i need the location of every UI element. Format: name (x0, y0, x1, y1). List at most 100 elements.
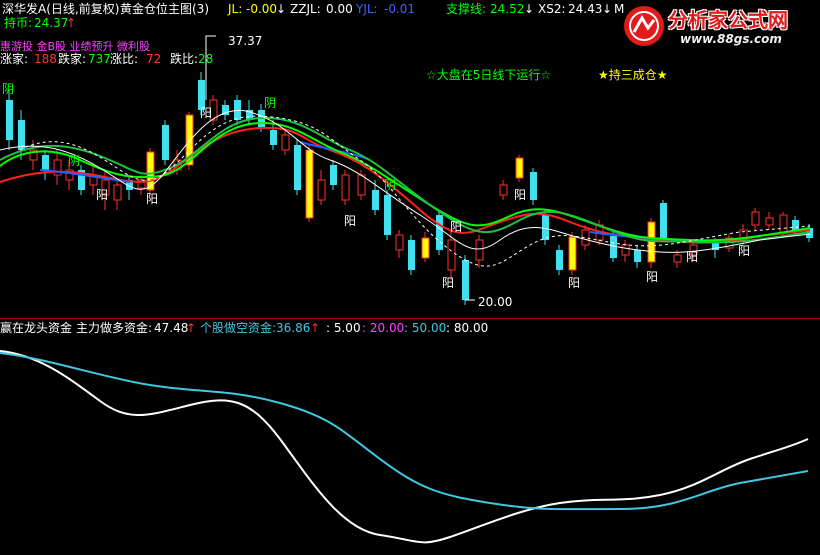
candle-body (341, 174, 350, 201)
position-advice-text: ★持三成仓★ (598, 68, 668, 82)
candle-body (317, 179, 326, 201)
indicator-panel[interactable]: 赢在龙头资金 主力做多资金: 47.48 ↑ 个股做空资金: 36.86 ↑ :… (0, 319, 820, 555)
level-20: : 20.00 (362, 321, 405, 335)
candle-label: 阳 (686, 250, 699, 264)
logo-name: 分析家公式网 (668, 8, 788, 32)
candle-body (447, 239, 456, 271)
candle-body (556, 250, 563, 270)
up-ratio-value: 72 (146, 52, 162, 66)
candle-body (357, 174, 366, 196)
candle-body (568, 236, 577, 271)
high-marker (205, 35, 216, 100)
support-arrow-icon: ↓ (524, 2, 535, 16)
candle-body (384, 195, 391, 235)
jl-arrow-icon: ↓ (276, 2, 287, 16)
candle-body (499, 184, 508, 196)
candle-label: 阳 (568, 276, 581, 290)
candle-label: 阳 (450, 220, 463, 234)
high-price-label: 37.37 (228, 34, 263, 48)
candle-body (792, 220, 799, 230)
candle-body (475, 239, 484, 261)
candle-body (765, 217, 774, 226)
main-capital-value: 47.48 (154, 321, 189, 335)
jl-value: -0.00 (246, 2, 278, 16)
candle-body (18, 120, 25, 150)
up-ratio-label: 涨比: (110, 52, 139, 66)
logo-emblem-icon (624, 6, 664, 46)
yjl-label: YJL: (356, 2, 378, 16)
candle-body (408, 240, 415, 270)
candle-body (779, 214, 788, 233)
stock-short-line (0, 352, 809, 511)
hold-cash-label: 持币: (4, 16, 33, 30)
candle-body (372, 190, 379, 210)
logo-url: www.88gs.com (680, 32, 782, 46)
candle-body (281, 134, 290, 151)
candle-label: 阴 (264, 96, 277, 110)
level-5: : 5.00 (326, 321, 361, 335)
stock-title: 深华发A(日线,前复权) (2, 2, 120, 16)
candle-body (621, 244, 630, 256)
support-label: 支撑线: (446, 2, 487, 16)
ma-blue-line (39, 141, 721, 243)
down-count-label: 跌家: (58, 52, 87, 66)
indicator-chart[interactable] (0, 319, 820, 555)
stock-short-value: 36.86 (276, 321, 311, 335)
up-count-value: 188 (34, 52, 57, 66)
level-50: : 50.00 (404, 321, 447, 335)
jl-label: JL: (228, 2, 243, 16)
candle-body (305, 149, 314, 219)
candle-body (515, 157, 524, 179)
candle-body (542, 215, 549, 240)
candle-label: 阴 (384, 178, 397, 192)
stock-short-label: 个股做空资金: (200, 321, 277, 335)
up-count-label: 涨家: (0, 52, 29, 66)
main-capital-arrow-icon: ↑ (186, 321, 197, 335)
support-value: 24.52 (490, 2, 525, 16)
stock-short-arrow-icon: ↑ (310, 321, 321, 335)
candle-body (673, 254, 682, 263)
candle-label: 阳 (344, 214, 357, 228)
candle-body (113, 184, 122, 201)
candle-body (42, 155, 49, 170)
candle-body (634, 250, 641, 262)
indicator-title: 赢在龙头资金 (0, 321, 73, 335)
candle-label: 阳 (146, 192, 159, 206)
xs2-label: XS2: (538, 2, 566, 16)
zzjl-label: ZZJL: (290, 2, 321, 16)
zzjl-value: 0.00 (326, 2, 353, 16)
candle-label: 阳 (96, 188, 109, 202)
candle-body (395, 234, 404, 251)
candle-body (270, 130, 277, 145)
candle-body (330, 165, 337, 185)
candle-body (436, 215, 443, 250)
hold-cash-value: 24.37 (34, 16, 69, 30)
main-capital-label: 主力做多资金: (76, 321, 153, 335)
hold-cash-arrow-icon: ↑ (66, 16, 77, 30)
low-price-label: 20.00 (478, 295, 513, 309)
xs2-value: 24.43 (568, 2, 603, 16)
candle-body (421, 237, 430, 259)
candle-body (530, 172, 537, 200)
candle-label: 阳 (646, 270, 659, 284)
indicator-name: 黄金仓位主图(3) (120, 2, 209, 16)
candle-label: 阳 (442, 276, 455, 290)
candle-body (751, 211, 760, 226)
ma-white-line (0, 109, 811, 253)
candle-label: 阳 (200, 106, 213, 120)
down-ratio-label: 跌比: (170, 52, 199, 66)
candle-label: 阳 (738, 244, 751, 258)
price-chart-panel[interactable]: 深华发A(日线,前复权) 黄金仓位主图(3) JL: -0.00 ↓ ZZJL:… (0, 0, 820, 318)
xs2-arrow-icon: ↓ (602, 2, 613, 16)
down-count-value: 737 (88, 52, 111, 66)
candle-label: 阳 (514, 188, 527, 202)
candle-label: 阴 (68, 154, 81, 168)
market-status-text: ☆大盘在5日线下运行☆ (426, 68, 552, 82)
candle-body (162, 125, 169, 160)
candle-body (294, 145, 301, 190)
candle-label: 阴 (2, 82, 15, 96)
candle-body (660, 203, 667, 238)
level-80: : 80.00 (446, 321, 489, 335)
candle-body (462, 260, 469, 300)
site-logo: 分析家公式网 www.88gs.com (620, 2, 816, 50)
